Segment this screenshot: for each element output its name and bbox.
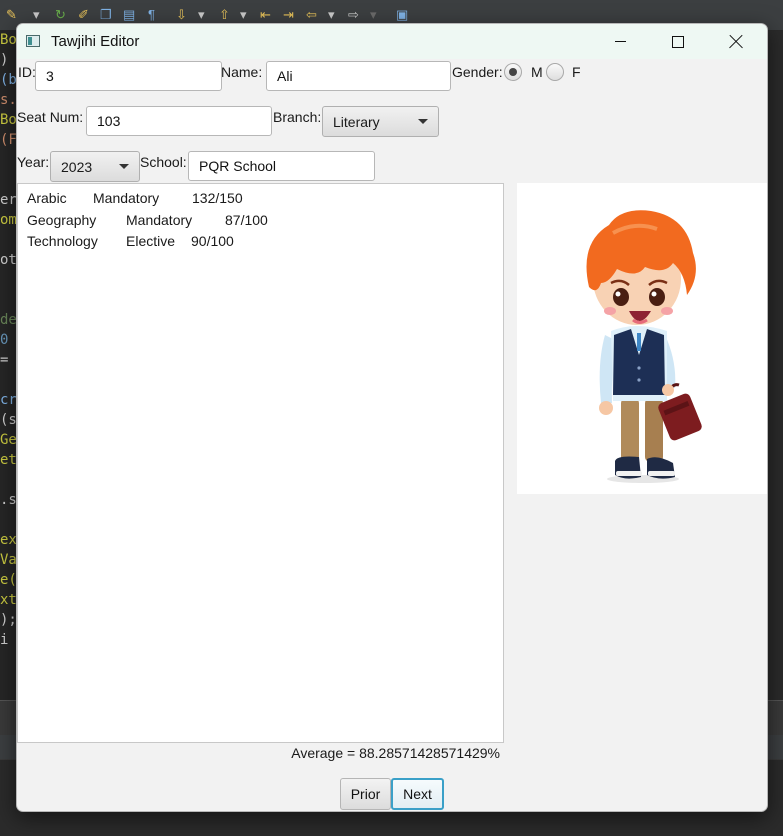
export-icon: ⇧ [219, 7, 230, 22]
dropdown-arrow-icon: ▾ [240, 7, 247, 22]
dropdown-arrow-icon: ▾ [198, 7, 205, 22]
course-name: Arabic [27, 190, 67, 206]
name-label: Name: [221, 64, 263, 80]
student-image-panel [517, 183, 767, 494]
tawjihi-editor-window: Tawjihi Editor ID: Name: Gender: M F Sea… [16, 23, 768, 812]
student-cartoon-icon [586, 210, 702, 483]
brush-icon: ✐ [78, 7, 89, 22]
prior-button[interactable]: Prior [340, 778, 391, 810]
paragraph-icon: ¶ [148, 7, 155, 22]
chevron-down-icon [418, 119, 428, 124]
arrow-right-icon: ⇨ [348, 7, 359, 22]
year-dropdown[interactable]: 2023 [50, 151, 140, 182]
seat-num-label: Seat Num: [17, 109, 84, 125]
course-mark: 132/150 [192, 190, 243, 206]
gender-radio-m[interactable] [504, 63, 522, 81]
name-field[interactable] [266, 61, 451, 91]
close-button[interactable] [707, 24, 765, 59]
copy-icon: ❐ [100, 7, 112, 22]
seat-num-field[interactable] [86, 106, 272, 136]
course-type: Elective [126, 233, 176, 249]
minimize-button[interactable] [591, 24, 649, 59]
chevron-down-icon [119, 164, 129, 169]
course-name: Technology [27, 233, 98, 249]
course-mark: 87/100 [225, 212, 268, 228]
dropdown-arrow-icon: ▾ [370, 7, 377, 22]
branch-selected-value: Literary [333, 113, 380, 130]
dropdown-arrow-icon: ▾ [33, 7, 40, 22]
course-type: Mandatory [93, 190, 160, 206]
school-label: School: [140, 154, 187, 170]
minimize-icon [614, 41, 626, 42]
course-name: Geography [27, 212, 97, 228]
id-field[interactable] [35, 61, 222, 91]
gender-option-f-label: F [572, 64, 581, 80]
ide-code-gutter: Bo) (b s. Bo (F er om ot de 0 = cr (s Ge et .s ex V… [0, 30, 16, 710]
year-label: Year: [17, 154, 50, 170]
year-selected-value: 2023 [61, 158, 93, 175]
screen-icon: ▣ [396, 7, 409, 22]
window-title: Tawjihi Editor [51, 33, 140, 50]
courses-list[interactable]: Arabic Mandatory 132/150 Geography Manda… [17, 183, 504, 743]
gender-option-m-label: M [531, 64, 543, 80]
refresh-icon: ↻ [55, 7, 66, 22]
maximize-icon [672, 35, 684, 48]
format-icon: ▤ [123, 7, 136, 22]
import-icon: ⇩ [176, 7, 187, 22]
school-field[interactable] [188, 151, 375, 181]
dropdown-arrow-icon: ▾ [328, 7, 335, 22]
title-bar[interactable]: Tawjihi Editor [17, 24, 767, 59]
average-text: Average = 88.28571428571429% [291, 745, 500, 761]
back-bookmark-icon: ⇤ [260, 7, 271, 22]
maximize-button[interactable] [649, 24, 707, 59]
gender-label: Gender: [452, 64, 503, 80]
course-mark: 90/100 [191, 233, 234, 249]
branch-dropdown[interactable]: Literary [322, 106, 439, 137]
course-type: Mandatory [126, 212, 193, 228]
app-window-icon [26, 35, 40, 47]
close-icon [729, 35, 743, 49]
branch-label: Branch: [273, 109, 322, 125]
pencil-icon: ✎ [6, 7, 17, 22]
gender-radio-f[interactable] [546, 63, 564, 81]
arrow-left-icon: ⇦ [306, 7, 317, 22]
forward-bookmark-icon: ⇥ [283, 7, 294, 22]
next-button[interactable]: Next [391, 778, 444, 810]
id-label: ID: [18, 64, 36, 80]
editor-form: ID: Name: Gender: M F Seat Num: Branch: … [17, 59, 767, 811]
